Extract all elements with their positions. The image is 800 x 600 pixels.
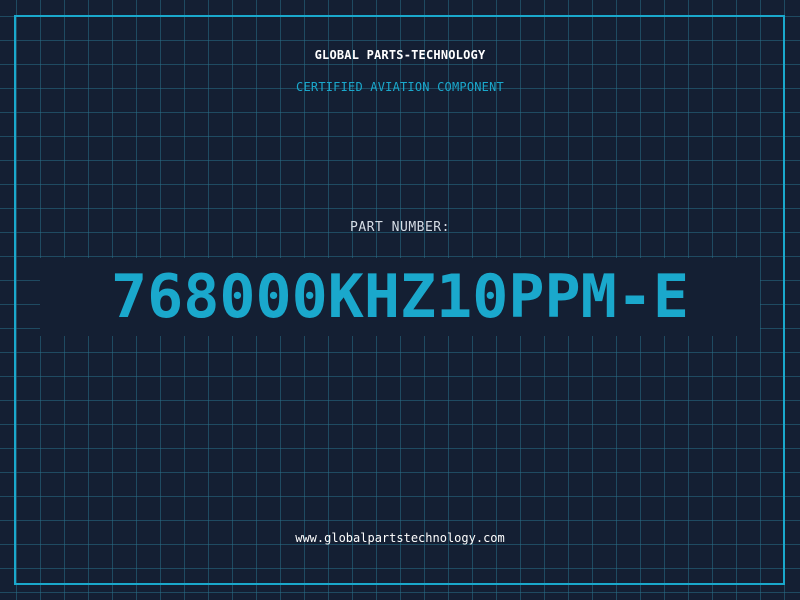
certification-text: CERTIFIED AVIATION COMPONENT xyxy=(296,80,504,94)
part-number-value: 768000KHZ10PPM-E xyxy=(111,262,689,332)
certificate-canvas: GLOBAL PARTS-TECHNOLOGY CERTIFIED AVIATI… xyxy=(0,0,800,600)
part-number-label: PART NUMBER: xyxy=(350,220,450,235)
company-name: GLOBAL PARTS-TECHNOLOGY xyxy=(314,48,486,62)
website-url: www.globalpartstechnology.com xyxy=(295,531,505,545)
